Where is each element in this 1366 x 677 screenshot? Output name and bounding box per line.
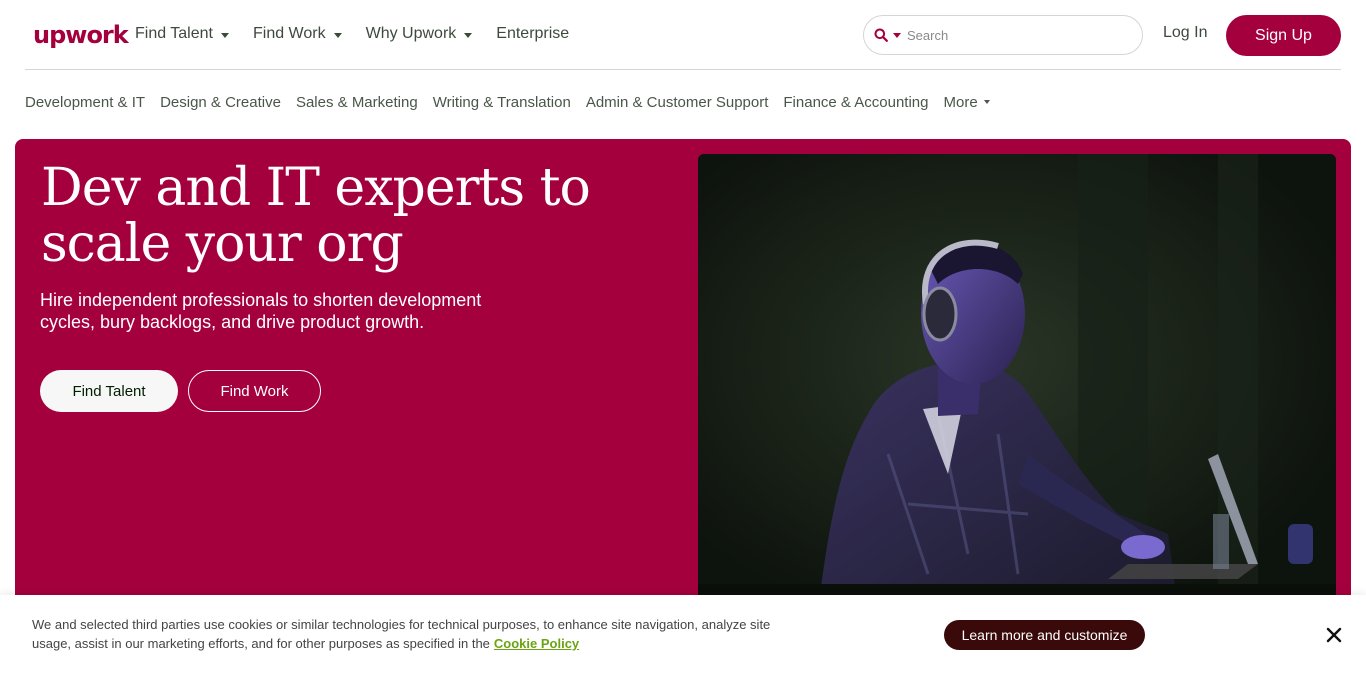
nav-why-upwork-label: Why Upwork (365, 25, 457, 42)
cookie-banner: We and selected third parties use cookie… (0, 595, 1366, 677)
top-header: upwork Find Talent Find Work Why Upwork … (0, 0, 1366, 70)
hero-photo-illustration (698, 154, 1336, 609)
category-nav: Development & IT Design & Creative Sales… (25, 92, 1005, 112)
signup-button[interactable]: Sign Up (1226, 15, 1341, 56)
header-divider (25, 69, 1341, 70)
nav-find-talent-label: Find Talent (135, 25, 213, 42)
find-work-button[interactable]: Find Work (188, 370, 321, 412)
nav-enterprise-label: Enterprise (496, 25, 570, 42)
upwork-logo[interactable]: upwork (33, 19, 129, 51)
cookie-policy-link[interactable]: Cookie Policy (494, 636, 579, 651)
chevron-down-icon (464, 32, 473, 38)
login-link[interactable]: Log In (1163, 24, 1207, 42)
category-sales-marketing[interactable]: Sales & Marketing (296, 94, 418, 111)
hero-photo (698, 154, 1336, 609)
category-design-creative[interactable]: Design & Creative (160, 94, 281, 111)
search-input[interactable] (907, 27, 1107, 43)
hero-section: Dev and IT experts to scale your org Hir… (15, 139, 1351, 609)
cookie-banner-text: We and selected third parties use cookie… (32, 615, 772, 653)
category-finance-accounting[interactable]: Finance & Accounting (783, 94, 928, 111)
category-more-label: More (943, 93, 978, 111)
search-box[interactable] (863, 15, 1143, 55)
nav-find-work-label: Find Work (252, 25, 326, 42)
nav-find-work[interactable]: Find Work (253, 25, 342, 43)
nav-enterprise[interactable]: Enterprise (496, 25, 569, 43)
learn-more-customize-button[interactable]: Learn more and customize (944, 620, 1145, 650)
category-development-it[interactable]: Development & IT (25, 94, 145, 111)
hero-subtitle: Hire independent professionals to shorte… (40, 290, 482, 332)
hero-title: Dev and IT experts to scale your org (41, 158, 591, 274)
close-icon[interactable] (1323, 624, 1345, 646)
category-admin-support[interactable]: Admin & Customer Support (586, 94, 769, 111)
logo-text: upwork (33, 21, 129, 49)
chevron-down-icon (333, 32, 342, 38)
chevron-down-icon (220, 32, 229, 38)
find-talent-button[interactable]: Find Talent (40, 370, 178, 412)
nav-why-upwork[interactable]: Why Upwork (366, 25, 473, 43)
category-writing-translation[interactable]: Writing & Translation (433, 94, 571, 111)
chevron-down-icon (983, 100, 990, 104)
search-type-dropdown-icon[interactable] (893, 32, 901, 38)
main-nav: Find Talent Find Work Why Upwork Enterpr… (135, 22, 593, 46)
nav-find-talent[interactable]: Find Talent (135, 25, 229, 43)
search-icon[interactable] (874, 28, 888, 42)
category-more[interactable]: More (943, 93, 990, 111)
cookie-message: We and selected third parties use cookie… (32, 617, 771, 651)
